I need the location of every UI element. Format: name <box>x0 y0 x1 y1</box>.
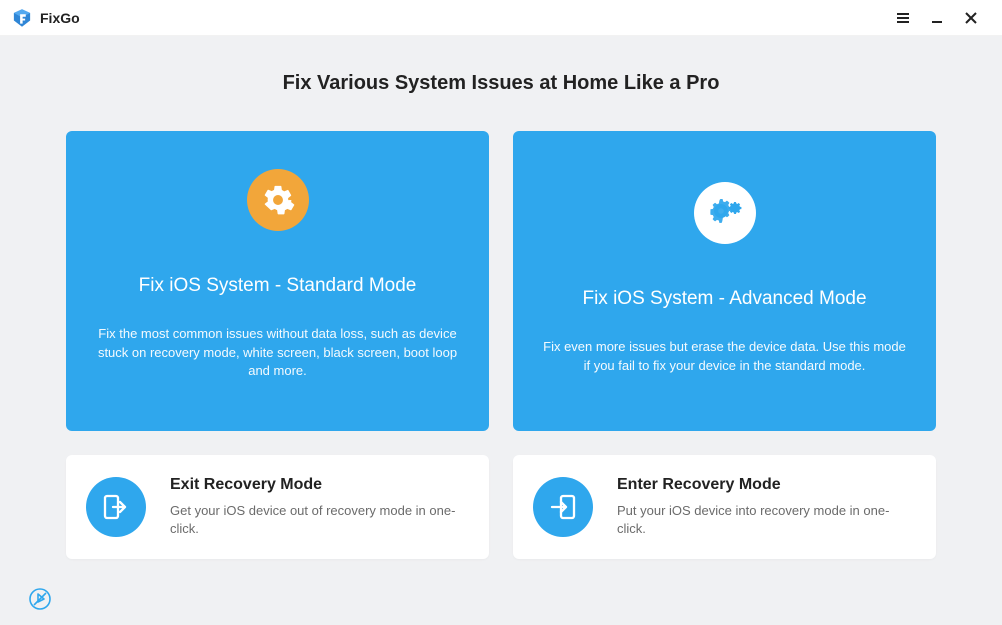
enter-icon <box>533 477 593 537</box>
feedback-icon[interactable] <box>28 587 52 611</box>
card-exit-desc: Get your iOS device out of recovery mode… <box>170 502 469 538</box>
card-standard-desc: Fix the most common issues without data … <box>94 325 461 382</box>
card-standard-title: Fix iOS System - Standard Mode <box>139 275 417 297</box>
card-enter-recovery[interactable]: Enter Recovery Mode Put your iOS device … <box>513 455 936 559</box>
exit-icon <box>86 477 146 537</box>
page-title: Fix Various System Issues at Home Like a… <box>0 72 1002 95</box>
card-grid: Fix iOS System - Standard Mode Fix the m… <box>0 131 1002 559</box>
card-standard-mode[interactable]: Fix iOS System - Standard Mode Fix the m… <box>66 131 489 431</box>
card-advanced-title: Fix iOS System - Advanced Mode <box>582 288 866 310</box>
card-exit-title: Exit Recovery Mode <box>170 476 469 494</box>
hamburger-menu-icon[interactable] <box>886 0 920 36</box>
gear-icon <box>247 169 309 231</box>
card-exit-recovery[interactable]: Exit Recovery Mode Get your iOS device o… <box>66 455 489 559</box>
gears-icon <box>694 182 756 244</box>
card-advanced-mode[interactable]: Fix iOS System - Advanced Mode Fix even … <box>513 131 936 431</box>
card-advanced-desc: Fix even more issues but erase the devic… <box>541 338 908 376</box>
card-enter-desc: Put your iOS device into recovery mode i… <box>617 502 916 538</box>
titlebar: FixGo <box>0 0 1002 36</box>
app-title: FixGo <box>40 10 80 26</box>
minimize-button[interactable] <box>920 0 954 36</box>
close-button[interactable] <box>954 0 988 36</box>
app-logo-icon <box>12 8 32 28</box>
card-enter-title: Enter Recovery Mode <box>617 476 916 494</box>
